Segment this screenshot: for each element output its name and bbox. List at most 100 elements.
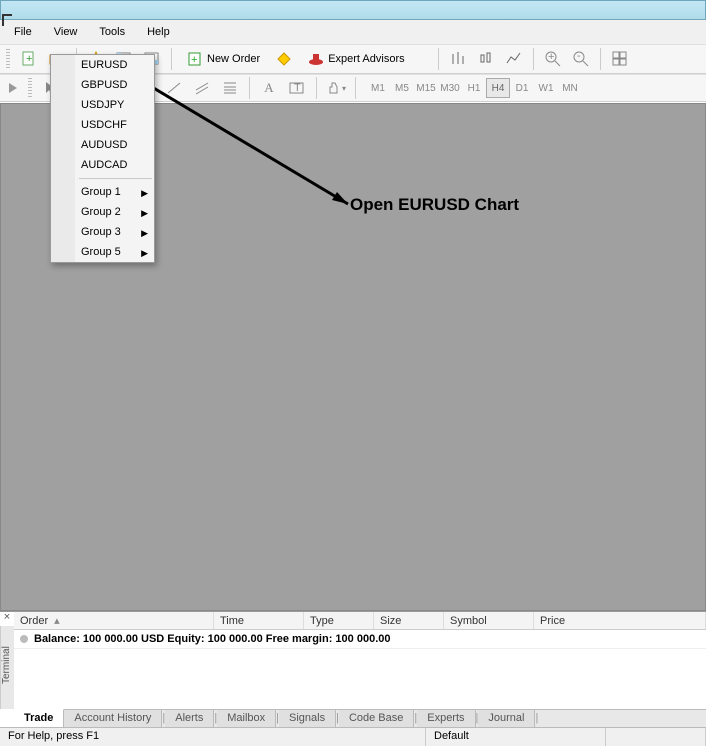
svg-text:+: + [191,54,197,66]
chevron-right-icon: ▶ [141,208,148,219]
status-empty [606,728,706,746]
menu-tools[interactable]: Tools [89,23,135,41]
header-order[interactable]: Order ▴ [14,612,214,629]
tab-trade[interactable]: Trade [14,709,64,727]
fibo-button[interactable] [219,77,241,99]
header-label: Order [20,615,48,627]
zoom-out-icon: - [573,51,589,67]
autotrading-button[interactable] [273,48,295,70]
tab-alerts[interactable]: Alerts [165,710,214,727]
menu-help[interactable]: Help [137,23,180,41]
menu-item-eurusd[interactable]: EURUSD [51,55,154,75]
line-chart-button[interactable] [503,48,525,70]
candlestick-button[interactable] [475,48,497,70]
terminal-tabs: Trade Account History| Alerts| Mailbox| … [14,709,706,727]
toolbar-separator [249,77,250,99]
tf-mn[interactable]: MN [558,78,582,98]
menu-item-group2[interactable]: Group 2▶ [51,202,154,222]
chevron-right-icon: ▶ [141,188,148,199]
tf-m1[interactable]: M1 [366,78,390,98]
group-label: Group 1 [81,186,121,198]
toolbar-separator [316,77,317,99]
new-chart-button[interactable]: + [18,48,40,70]
chart-tab-gutter[interactable] [6,73,22,103]
channel-button[interactable] [191,77,213,99]
menu-divider [79,178,152,179]
tf-m5[interactable]: M5 [390,78,414,98]
toolbar-separator [355,77,356,99]
menu-item-audusd[interactable]: AUDUSD [51,135,154,155]
header-time[interactable]: Time [214,612,304,629]
new-order-label: New Order [207,53,260,65]
toolbar-separator [533,48,534,70]
svg-text:+: + [548,51,554,63]
toolbar-grip[interactable] [6,49,10,69]
menu-item-audcad[interactable]: AUDCAD [51,155,154,175]
zoom-in-icon: + [545,51,561,67]
expert-advisors-button[interactable]: Expert Advisors [301,48,411,70]
order-plus-icon: + [187,51,203,67]
channel-icon [194,80,210,96]
tab-mailbox[interactable]: Mailbox [217,710,276,727]
grid-icon [612,51,628,67]
tf-m15[interactable]: M15 [414,78,438,98]
text-button[interactable]: A [258,77,280,99]
menu-item-gbpusd[interactable]: GBPUSD [51,75,154,95]
balance-text: Balance: 100 000.00 USD Equity: 100 000.… [34,633,390,645]
header-size[interactable]: Size [374,612,444,629]
toolbar-separator [171,48,172,70]
header-price[interactable]: Price [534,612,706,629]
tab-experts[interactable]: Experts [417,710,475,727]
tf-d1[interactable]: D1 [510,78,534,98]
tf-m30[interactable]: M30 [438,78,462,98]
chevron-right-icon: ▶ [141,228,148,239]
zoom-out-button[interactable]: - [570,48,592,70]
terminal-side-label: Terminal [0,626,14,709]
menu-item-group5[interactable]: Group 5▶ [51,242,154,262]
toolbar-separator [438,48,439,70]
svg-text:T: T [294,82,301,94]
line-chart-icon [506,51,522,67]
status-bar: For Help, press F1 Default [0,727,706,746]
tab-code-base[interactable]: Code Base [339,710,414,727]
shapes-button[interactable]: ▾ [325,77,347,99]
menu-view[interactable]: View [44,23,88,41]
menu-item-group3[interactable]: Group 3▶ [51,222,154,242]
sort-asc-icon: ▴ [54,614,60,627]
status-profile[interactable]: Default [426,728,606,746]
header-type[interactable]: Type [304,612,374,629]
thumbs-up-icon [326,80,342,96]
menu-bar: File View Tools Help [0,20,706,44]
trendline-button[interactable] [163,77,185,99]
arrange-windows-button[interactable] [609,48,631,70]
tab-signals[interactable]: Signals [279,710,336,727]
candlestick-icon [478,51,494,67]
toolbar-grip[interactable] [28,78,32,98]
tf-h4[interactable]: H4 [486,78,510,98]
status-dot-icon [20,635,28,643]
document-plus-icon: + [21,51,37,67]
tf-w1[interactable]: W1 [534,78,558,98]
fibonacci-icon [222,80,238,96]
new-order-button[interactable]: + New Order [180,48,267,70]
menu-item-group1[interactable]: Group 1 ▶ [51,182,154,202]
tf-h1[interactable]: H1 [462,78,486,98]
diamond-icon [276,51,292,67]
text-label-button[interactable]: T [286,77,308,99]
svg-text:-: - [577,51,581,62]
tab-journal[interactable]: Journal [478,710,535,727]
header-symbol[interactable]: Symbol [444,612,534,629]
window-titlebar [0,0,706,20]
trendline-icon [166,80,182,96]
tab-account-history[interactable]: Account History [64,710,162,727]
symbol-dropdown-menu: EURUSD GBPUSD USDJPY USDCHF AUDUSD AUDCA… [50,54,155,263]
bar-chart-button[interactable] [447,48,469,70]
terminal-close-button[interactable]: × [2,613,12,623]
menu-item-usdjpy[interactable]: USDJPY [51,95,154,115]
zoom-in-button[interactable]: + [542,48,564,70]
group-label: Group 5 [81,246,121,258]
terminal-panel: × Terminal Order ▴ Time Type Size Symbol… [0,611,706,727]
balance-row[interactable]: Balance: 100 000.00 USD Equity: 100 000.… [14,630,706,649]
terminal-headers: Order ▴ Time Type Size Symbol Price [14,612,706,630]
menu-item-usdchf[interactable]: USDCHF [51,115,154,135]
